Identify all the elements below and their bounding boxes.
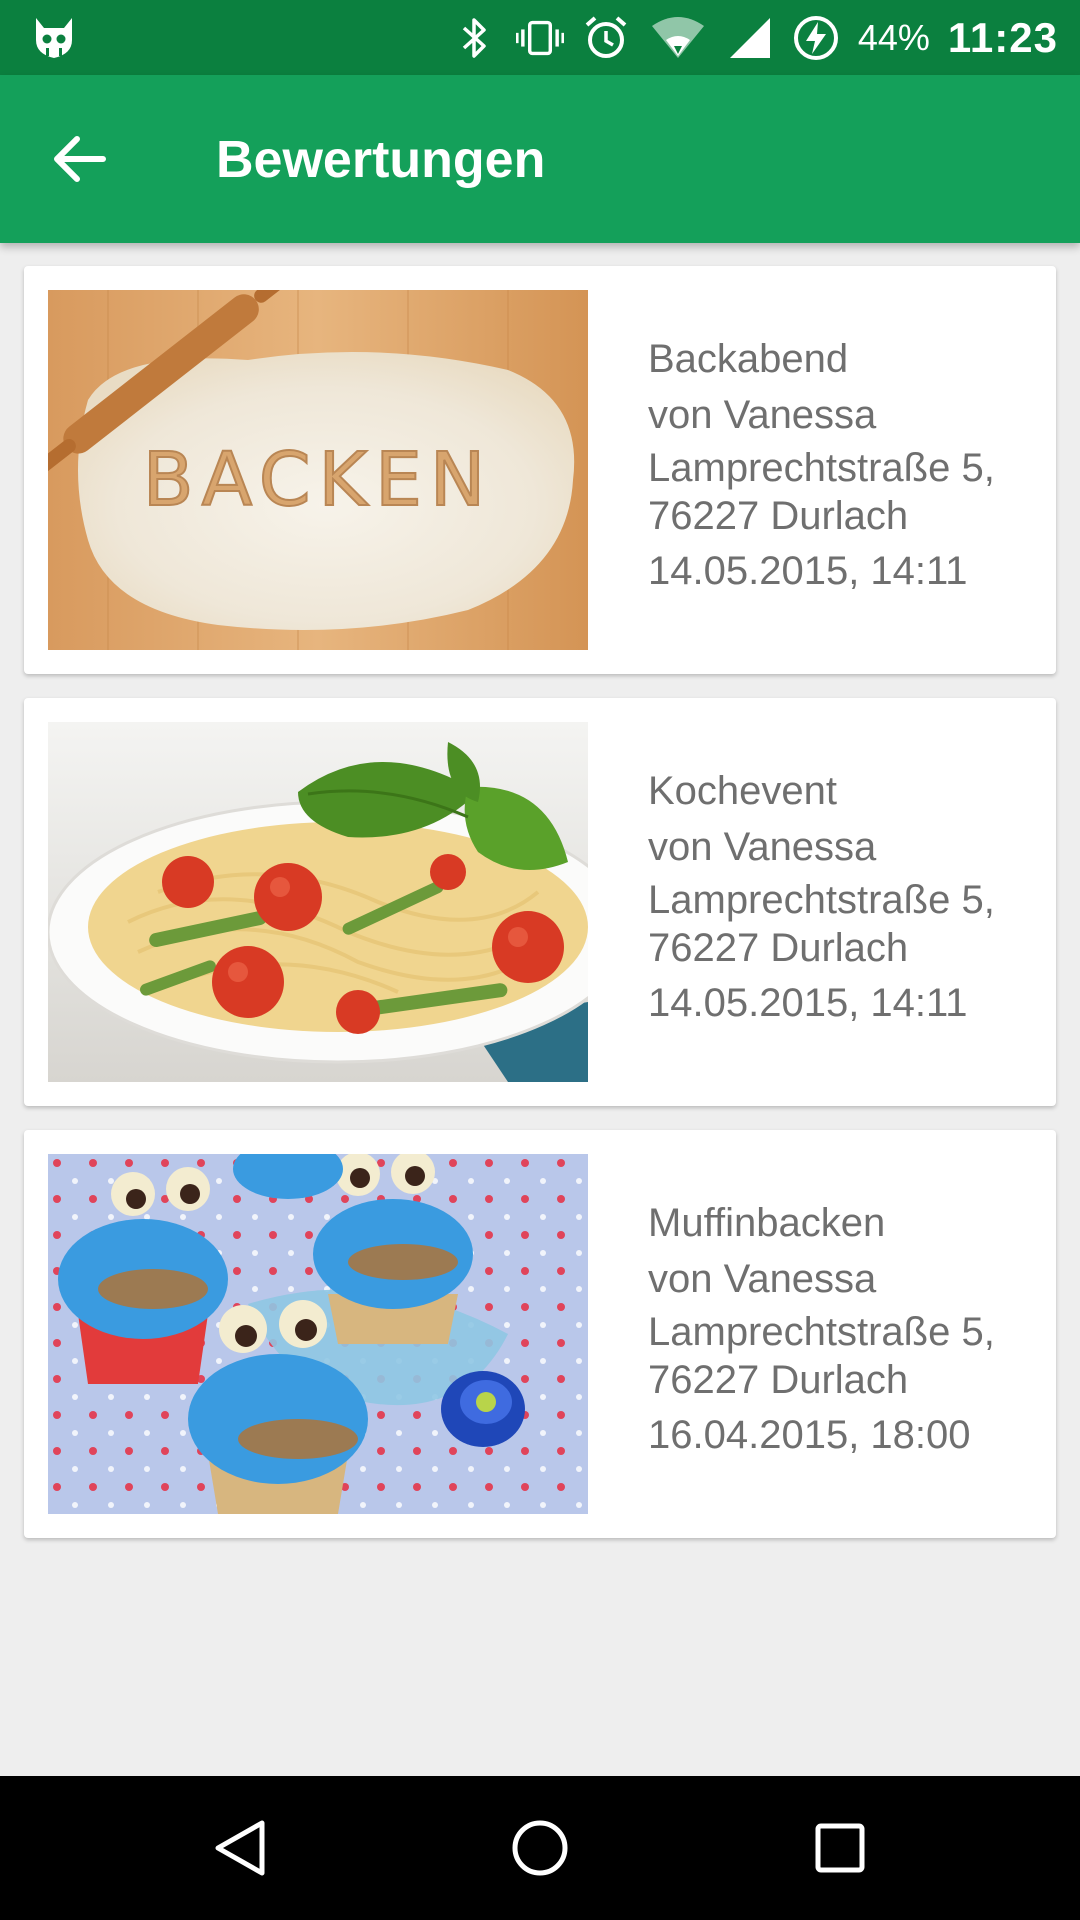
- event-street: Lamprechtstraße 5,: [648, 446, 995, 490]
- signal-icon: [726, 14, 774, 62]
- event-title: Backabend: [648, 337, 849, 381]
- ratings-list: BACKEN Backabend von Vanessa Lamprechtst…: [24, 266, 1056, 1562]
- page-title: Bewertungen: [216, 131, 546, 189]
- event-city: 76227 Durlach: [648, 1358, 909, 1402]
- event-address: Lamprechtstraße 5, 76227 Durlach: [648, 444, 1048, 540]
- vibrate-icon: [515, 14, 564, 62]
- event-card[interactable]: Kochevent von Vanessa Lamprechtstraße 5,…: [24, 698, 1056, 1106]
- event-street: Lamprechtstraße 5,: [648, 1310, 995, 1354]
- clock: 11:23: [947, 13, 1058, 61]
- event-datetime: 16.04.2015, 18:00: [648, 1413, 971, 1457]
- recents-square-icon[interactable]: [804, 1812, 876, 1884]
- event-street: Lamprechtstraße 5,: [648, 878, 995, 922]
- baking-word: BACKEN: [143, 437, 493, 523]
- event-title: Muffinbacken: [648, 1201, 886, 1245]
- back-triangle-icon[interactable]: [204, 1812, 276, 1884]
- battery-percent: 44%: [857, 16, 930, 58]
- event-image-pasta: [48, 722, 588, 1082]
- event-address: Lamprechtstraße 5, 76227 Durlach: [648, 1308, 1048, 1404]
- cyanogen-icon: [30, 14, 78, 62]
- battery-charging-icon: [792, 14, 840, 62]
- event-datetime: 14.05.2015, 14:11: [648, 981, 968, 1025]
- event-details: Backabend von Vanessa Lamprechtstraße 5,…: [648, 334, 1048, 596]
- app-bar: Bewertungen: [0, 75, 1080, 243]
- event-title: Kochevent: [648, 769, 838, 813]
- event-details: Muffinbacken von Vanessa Lamprechtstraße…: [648, 1198, 1048, 1460]
- event-image-muffins: [48, 1154, 588, 1514]
- event-card[interactable]: BACKEN Backabend von Vanessa Lamprechtst…: [24, 266, 1056, 674]
- event-datetime: 14.05.2015, 14:11: [648, 549, 968, 593]
- alarm-icon: [582, 14, 630, 62]
- bluetooth-icon: [450, 14, 498, 62]
- event-city: 76227 Durlach: [648, 494, 909, 538]
- home-circle-icon[interactable]: [504, 1812, 576, 1884]
- navigation-bar: [0, 1776, 1080, 1920]
- event-address: Lamprechtstraße 5, 76227 Durlach: [648, 876, 1048, 972]
- event-city: 76227 Durlach: [648, 926, 909, 970]
- wifi-icon: [648, 14, 708, 62]
- event-card[interactable]: Muffinbacken von Vanessa Lamprechtstraße…: [24, 1130, 1056, 1538]
- event-details: Kochevent von Vanessa Lamprechtstraße 5,…: [648, 766, 1048, 1028]
- arrow-back-icon[interactable]: [40, 119, 120, 199]
- event-host: von Vanessa: [648, 825, 877, 869]
- event-host: von Vanessa: [648, 393, 877, 437]
- event-host: von Vanessa: [648, 1257, 877, 1301]
- event-image-baking: BACKEN: [48, 290, 588, 650]
- status-bar: 44% 11:23: [0, 0, 1080, 75]
